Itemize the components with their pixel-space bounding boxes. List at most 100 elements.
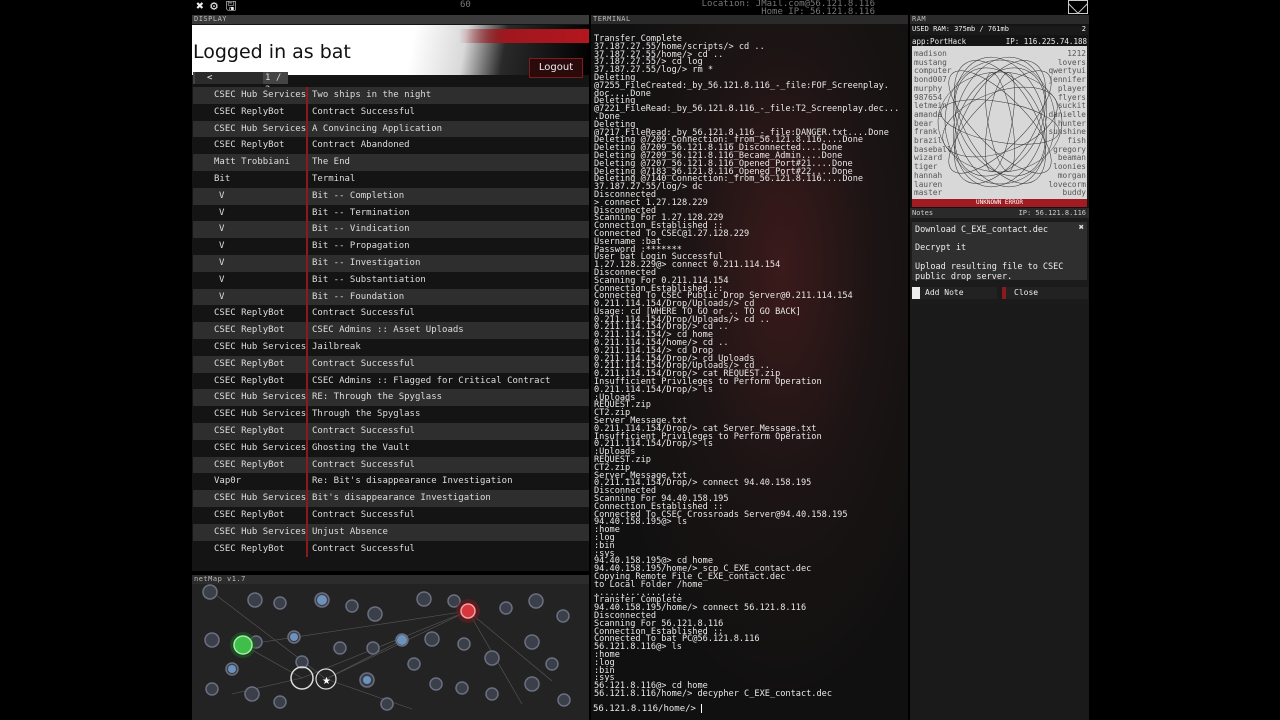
mail-icon[interactable] (1068, 0, 1088, 14)
email-divider (306, 170, 308, 188)
email-row[interactable]: CSEC ReplyBot Contract Successful (193, 355, 589, 373)
email-row[interactable]: V Bit -- Propagation (193, 238, 589, 255)
email-row[interactable]: CSEC ReplyBot Contract Successful (193, 456, 589, 474)
terminal-output: Transfer Complete 37.187.27.55/home/scrip… (594, 35, 908, 699)
terminal-line: :home (594, 525, 620, 536)
netmap-panel: netMap v1.7 ★ (192, 575, 589, 720)
mail-list: CSEC Hub Services Two ships in the night C… (193, 87, 589, 558)
email-divider (306, 456, 308, 474)
email-row[interactable]: CSEC Hub Services RE: Through the Spyglas… (193, 389, 589, 407)
email-sender: V (219, 274, 225, 285)
email-divider (306, 103, 308, 121)
email-row[interactable]: Matt Trobbiani The End (193, 154, 589, 171)
terminal-line: :log (594, 657, 615, 668)
email-row[interactable]: CSEC ReplyBot Contract Successful (193, 305, 589, 323)
porthack-window: madison mustang computer bond007 murphy … (912, 46, 1087, 199)
email-divider (306, 305, 308, 323)
email-row[interactable]: Vap0r Re: Bit's disappearance Investigati… (193, 473, 589, 491)
email-row[interactable]: CSEC Hub Services Ghosting the Vault (193, 439, 589, 457)
email-sender: CSEC ReplyBot (214, 106, 285, 117)
add-note-button[interactable]: Add Note (912, 287, 997, 299)
close-icon[interactable]: ✖ (193, 0, 207, 14)
email-divider (306, 204, 308, 222)
netmap-home-node (233, 635, 253, 655)
terminal-line: 0.211.114.154/Drop/> ls (594, 439, 713, 450)
email-divider (306, 490, 308, 507)
email-subject: Contract Successful (312, 358, 415, 369)
porthack-title: app:PortHack (912, 37, 967, 46)
email-divider (306, 406, 308, 423)
email-sender: CSEC ReplyBot (214, 425, 285, 436)
email-subject: Bit's disappearance Investigation (312, 493, 491, 504)
email-row[interactable]: CSEC ReplyBot CSEC Admins :: Flagged for … (193, 372, 589, 390)
email-divider (306, 288, 308, 306)
save-icon[interactable]: 🖫 (224, 0, 238, 14)
email-subject: Bit -- Termination (312, 207, 410, 218)
terminal-line: 0.211.114.154/Drop/> ls (594, 384, 713, 395)
email-row[interactable]: CSEC Hub Services A Convincing Applicatio… (193, 120, 589, 138)
email-row[interactable]: CSEC Hub Services Two ships in the night (193, 87, 589, 104)
email-sender: CSEC Hub Services (214, 526, 307, 537)
note-card[interactable]: Download C_EXE_contact.dec Decrypt it Up… (912, 222, 1087, 282)
email-sender: Bit (214, 173, 231, 184)
terminal-line: @7221_FileRead:_by_56.121.8.116_-_file:T… (594, 104, 900, 115)
email-row[interactable]: CSEC ReplyBot Contract Abandoned (193, 137, 589, 155)
empty-module-slot (910, 304, 1089, 562)
email-sender: V (219, 224, 225, 235)
email-sender: CSEC ReplyBot (214, 509, 285, 520)
email-row[interactable]: V Bit -- Termination (193, 204, 589, 222)
email-row[interactable]: CSEC ReplyBot Contract Successful (193, 422, 589, 440)
note-line-2: Decrypt it (915, 243, 967, 253)
note-close-icon[interactable]: ✖ (1079, 223, 1084, 233)
email-divider (306, 187, 308, 205)
email-sender: V (219, 241, 225, 252)
terminal-line: :bin (594, 540, 615, 551)
email-subject: Bit -- Foundation (312, 291, 405, 302)
email-row[interactable]: CSEC ReplyBot Contract Successful (193, 540, 589, 558)
email-sender: CSEC Hub Services (214, 409, 307, 420)
terminal-line: :home (594, 649, 620, 660)
email-subject: Bit -- Completion (312, 190, 405, 201)
email-sender: CSEC Hub Services (214, 123, 307, 134)
error-banner: UNKNOWN ERROR (912, 199, 1087, 207)
notes-panel: Notes IP: 56.121.8.116 Download C_EXE_co… (910, 208, 1089, 304)
email-sender: CSEC Hub Services (214, 392, 307, 403)
page-prev-button[interactable]: < (195, 72, 263, 84)
email-row[interactable]: CSEC Hub Services Through the Spyglass (193, 406, 589, 423)
email-row[interactable]: V Bit -- Substantiation (193, 271, 589, 289)
email-divider (306, 137, 308, 155)
email-row[interactable]: V Bit -- Completion (193, 187, 589, 205)
terminal-label: TERMINAL (591, 15, 908, 24)
terminal-line: :log (594, 533, 615, 543)
terminal-panel[interactable]: TERMINAL Transfer Complete 37.187.27.55/h… (591, 15, 908, 720)
email-row[interactable]: CSEC Hub Services Bit's disappearance Inv… (193, 490, 589, 507)
gear-icon[interactable]: ⚙ (207, 0, 221, 14)
email-divider (306, 540, 308, 558)
page-title: Logged in as bat (193, 41, 351, 63)
email-divider (306, 372, 308, 390)
ram-panel: RAM USED RAM: 375mb / 761mb 2 app:PortHa… (910, 15, 1089, 208)
email-row[interactable]: V Bit -- Investigation (193, 254, 589, 272)
email-divider (306, 338, 308, 356)
close-notes-button[interactable]: Close (1002, 287, 1088, 299)
email-row[interactable]: CSEC ReplyBot Contract Successful (193, 103, 589, 121)
email-row[interactable]: V Bit -- Foundation (193, 288, 589, 306)
terminal-line: REQUEST.zip (594, 455, 651, 466)
logout-button[interactable]: Logout (529, 58, 583, 78)
email-row[interactable]: CSEC Hub Services Jailbreak (193, 338, 589, 356)
email-row[interactable]: Bit Terminal (193, 170, 589, 188)
email-subject: Contract Successful (312, 308, 415, 319)
email-row[interactable]: CSEC ReplyBot CSEC Admins :: Asset Upload… (193, 322, 589, 339)
email-divider (306, 271, 308, 289)
terminal-input[interactable]: 56.121.8.116/home/> (593, 704, 703, 714)
email-subject: Bit -- Substantiation (312, 274, 426, 285)
email-subject: Contract Successful (312, 425, 415, 436)
email-row[interactable]: CSEC Hub Services Unjust Absence (193, 523, 589, 541)
netmap-graph[interactable]: ★ (192, 584, 589, 720)
email-subject: Contract Successful (312, 543, 415, 554)
email-row[interactable]: V Bit -- Vindication (193, 221, 589, 239)
email-sender: CSEC ReplyBot (214, 358, 285, 369)
email-sender: CSEC ReplyBot (214, 459, 285, 470)
email-subject: Unjust Absence (312, 526, 388, 537)
email-row[interactable]: CSEC ReplyBot Contract Successful (193, 506, 589, 524)
